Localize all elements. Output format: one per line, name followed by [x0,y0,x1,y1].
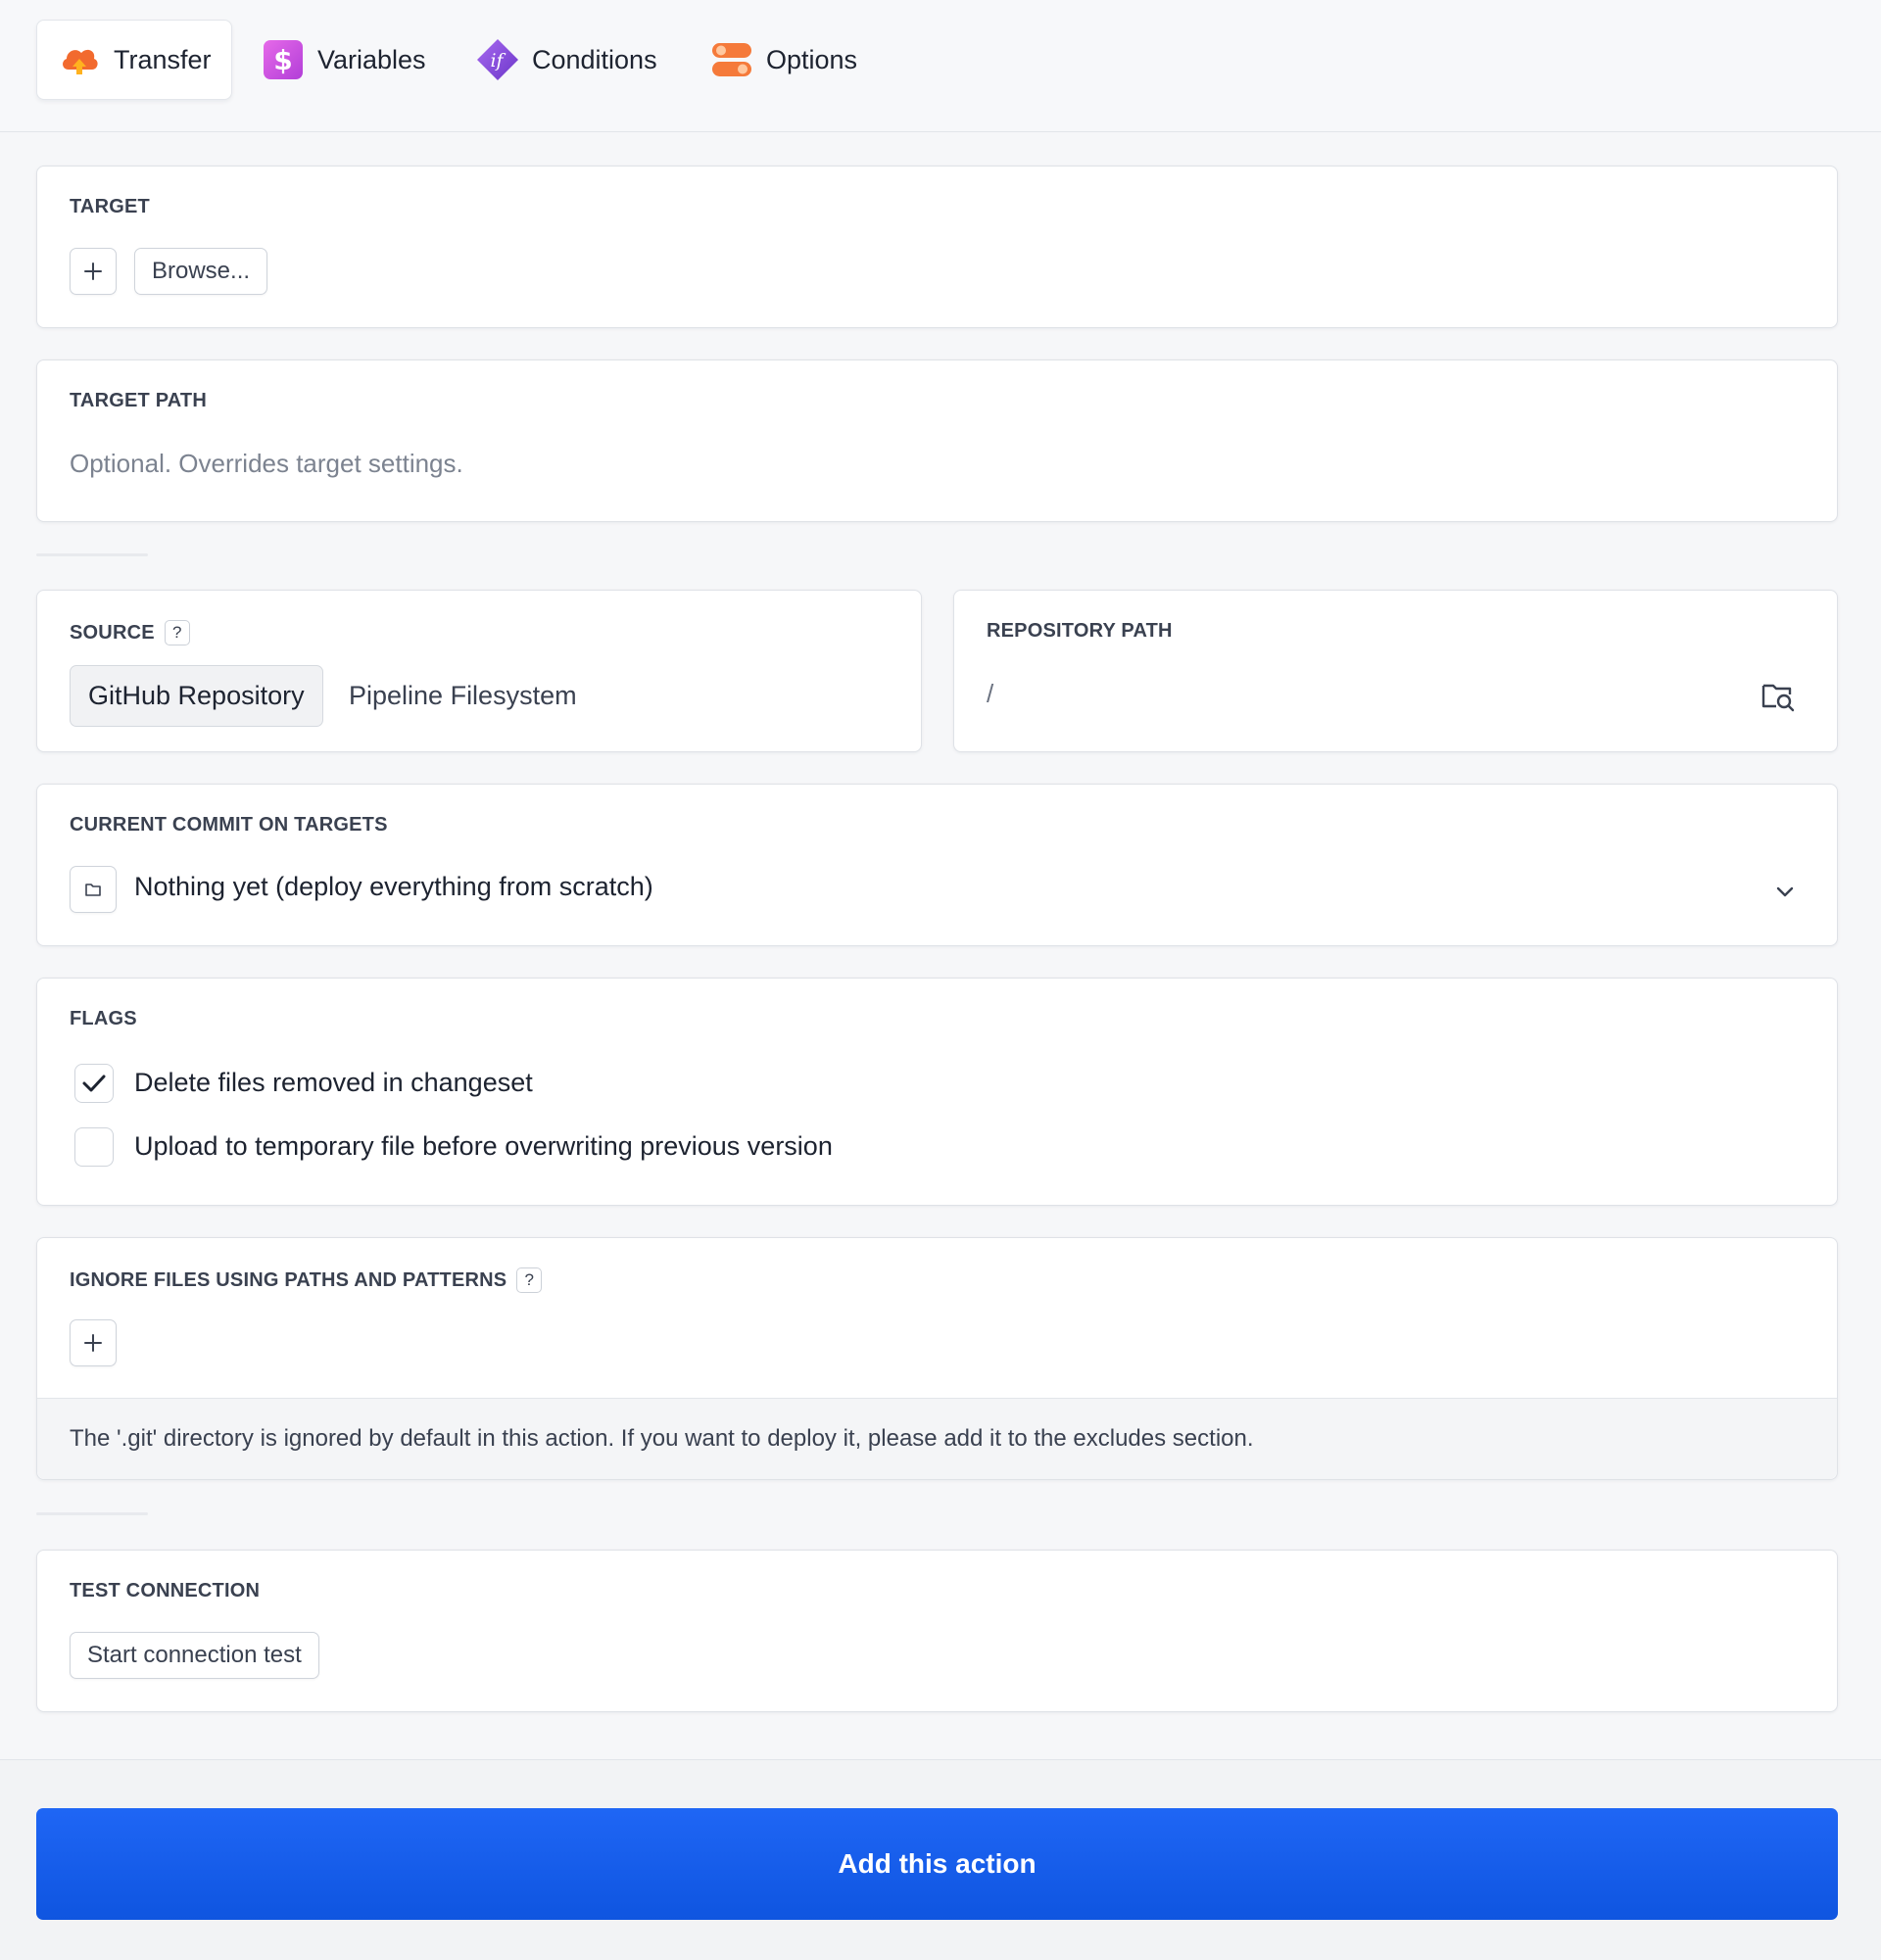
target-label: TARGET [70,196,150,217]
current-commit-label: CURRENT COMMIT ON TARGETS [70,814,388,836]
commit-icon-box [70,866,117,913]
flag-upload-temp-label: Upload to temporary file before overwrit… [134,1131,833,1161]
browse-button[interactable]: Browse... [134,248,268,295]
cloud-upload-icon [63,49,98,74]
tab-transfer-label: Transfer [114,44,212,74]
toggles-icon [712,43,751,76]
source-panel: SOURCE ? GitHub Repository Pipeline File… [36,590,922,752]
source-label-text: SOURCE [70,621,155,644]
ignore-files-panel: IGNORE FILES USING PATHS AND PATTERNS ? … [36,1237,1838,1480]
add-action-button[interactable]: Add this action [36,1808,1838,1920]
tab-variables[interactable]: $ Variables [241,20,446,100]
source-label: SOURCE ? [70,620,190,645]
add-ignore-pattern-button[interactable] [70,1319,117,1366]
tab-conditions-label: Conditions [532,44,657,74]
folder-search-icon[interactable] [1760,677,1797,714]
target-panel: TARGET Browse... [36,166,1838,328]
plus-icon [84,1334,102,1352]
tab-variables-label: Variables [317,44,426,74]
target-path-label: TARGET PATH [70,390,207,411]
plus-icon [84,263,102,280]
dollar-icon: $ [264,40,303,79]
tabs-bar: Transfer $ Variables if Conditions Optio… [0,0,1881,132]
tab-conditions[interactable]: if Conditions [456,20,677,100]
ignore-files-help-icon[interactable]: ? [516,1267,543,1293]
start-connection-test-button[interactable]: Start connection test [70,1632,319,1679]
current-commit-select[interactable]: Nothing yet (deploy everything from scra… [134,872,653,902]
flags-panel: FLAGS Delete files removed in changeset … [36,978,1838,1206]
ignore-files-label-text: IGNORE FILES USING PATHS AND PATTERNS [70,1268,507,1291]
tab-options-label: Options [766,44,858,74]
test-connection-panel: TEST CONNECTION Start connection test [36,1550,1838,1712]
flag-upload-temp-checkbox[interactable] [74,1127,114,1167]
repository-path-input[interactable]: / [987,679,993,709]
section-divider [36,553,148,556]
add-target-button[interactable] [70,248,117,295]
checkmark-icon [82,1075,106,1092]
svg-text:$: $ [273,44,292,76]
repository-path-panel: REPOSITORY PATH / [953,590,1838,752]
current-commit-panel: CURRENT COMMIT ON TARGETS Nothing yet (d… [36,784,1838,946]
source-option-github[interactable]: GitHub Repository [70,665,323,727]
tab-options[interactable]: Options [690,20,877,100]
section-divider [36,1512,148,1515]
git-ignore-note: The '.git' directory is ignored by defau… [37,1398,1837,1479]
folder-icon [85,884,101,896]
flag-delete-checkbox[interactable] [74,1064,114,1103]
ignore-files-label: IGNORE FILES USING PATHS AND PATTERNS ? [70,1267,543,1293]
if-diamond-icon: if [477,39,518,80]
chevron-down-icon[interactable] [1772,879,1798,904]
target-path-panel: TARGET PATH Optional. Overrides target s… [36,359,1838,522]
test-connection-label: TEST CONNECTION [70,1580,261,1601]
repository-path-label: REPOSITORY PATH [987,620,1173,642]
tab-transfer[interactable]: Transfer [36,20,232,100]
flag-delete-label: Delete files removed in changeset [134,1068,533,1097]
flags-label: FLAGS [70,1008,137,1029]
target-path-input[interactable]: Optional. Overrides target settings. [70,449,463,479]
source-option-pipeline[interactable]: Pipeline Filesystem [331,665,595,727]
source-help-icon[interactable]: ? [164,620,190,645]
